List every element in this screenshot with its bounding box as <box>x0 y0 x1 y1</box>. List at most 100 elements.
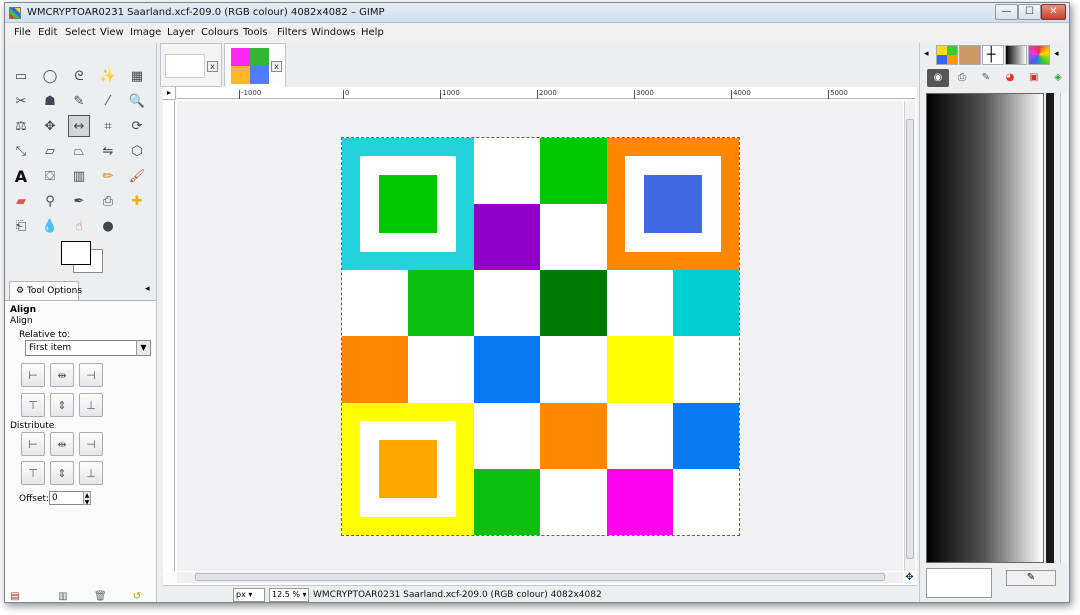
tab-menu-icon[interactable]: ◂ <box>145 284 150 294</box>
menu-tools[interactable]: Tools <box>243 27 268 38</box>
menu-edit[interactable]: Edit <box>38 27 57 38</box>
palette-icon[interactable]: ▣ <box>1023 69 1045 87</box>
align-top-edge-button[interactable]: ⊤ <box>21 393 45 417</box>
relative-to-dropdown[interactable]: First item ▼ <box>25 340 151 356</box>
color-wheel-icon[interactable]: ◕ <box>999 69 1021 87</box>
align-tool-icon[interactable]: ↔ <box>68 115 90 137</box>
perspective-tool-icon[interactable]: ⏢ <box>68 140 90 162</box>
tab-gradients[interactable] <box>1005 45 1027 65</box>
align-middle-vertical-button[interactable]: ⇕ <box>50 393 74 417</box>
zoom-tool-icon[interactable]: 🔍 <box>126 90 148 112</box>
horizontal-scrollbar[interactable] <box>177 572 903 583</box>
delete-options-icon[interactable]: 🗑 <box>94 591 107 602</box>
menu-layer[interactable]: Layer <box>167 27 195 38</box>
eraser-tool-icon[interactable]: ▰ <box>10 190 32 212</box>
color-picker-tool-icon[interactable]: ⁄ <box>97 90 119 112</box>
scale-tool-icon[interactable]: ⤡ <box>10 140 32 162</box>
dock-edit-button[interactable]: ✎ <box>1006 570 1056 586</box>
heal-tool-icon[interactable]: ✚ <box>126 190 148 212</box>
bucket-fill-tool-icon[interactable]: ⛋ <box>39 165 61 187</box>
free-select-tool-icon[interactable]: ᘓ <box>68 65 90 87</box>
menu-select[interactable]: Select <box>65 27 96 38</box>
tool-options-tab[interactable]: ⚙ Tool Options <box>9 281 82 300</box>
image-tab-blank[interactable]: x <box>160 43 222 87</box>
airbrush-tool-icon[interactable]: ⚲ <box>39 190 61 212</box>
smudge-tool-icon[interactable]: ☝ <box>68 215 90 237</box>
offset-spinner[interactable]: ▲ ▼ <box>83 491 91 506</box>
pencil-tool-icon[interactable]: ✏ <box>97 165 119 187</box>
paintbrush-tool-icon[interactable]: 🖌 <box>126 165 148 187</box>
image-viewport[interactable] <box>177 101 903 571</box>
menu-colours[interactable]: Colours <box>201 27 239 38</box>
color-select-tool-icon[interactable]: ▦ <box>126 65 148 87</box>
ink-tool-icon[interactable]: ✒ <box>68 190 90 212</box>
crop-tool-icon[interactable]: ⌗ <box>97 115 119 137</box>
dodge-burn-tool-icon[interactable]: ● <box>97 215 119 237</box>
save-options-icon[interactable]: ▤ <box>9 591 21 602</box>
foreground-color-swatch[interactable] <box>61 241 91 265</box>
offset-input[interactable]: 0 <box>49 491 85 505</box>
shear-tool-icon[interactable]: ▱ <box>39 140 61 162</box>
maximize-button[interactable]: ☐ <box>1018 4 1041 20</box>
perspective-clone-tool-icon[interactable]: ⎗ <box>10 215 32 237</box>
dock-left-arrow-icon[interactable]: ◂ <box>924 49 929 59</box>
blend-tool-icon[interactable]: ▥ <box>68 165 90 187</box>
cage-transform-tool-icon[interactable]: ⬡ <box>126 140 148 162</box>
tab-palettes[interactable] <box>1028 45 1050 65</box>
close-button[interactable]: ✕ <box>1041 4 1066 20</box>
align-right-edge-button[interactable]: ⊣ <box>79 363 103 387</box>
measure-tool-icon[interactable]: ⚖ <box>10 115 32 137</box>
tab-patterns[interactable] <box>936 45 958 65</box>
fonts-icon[interactable]: ◈ <box>1047 69 1069 87</box>
rotate-tool-icon[interactable]: ⟳ <box>126 115 148 137</box>
menu-image[interactable]: Image <box>130 27 161 38</box>
menu-windows[interactable]: Windows <box>311 27 356 38</box>
printer-icon[interactable]: ⎙ <box>951 69 973 87</box>
unit-dropdown[interactable]: px ▾ <box>233 588 265 602</box>
scrollbar-thumb[interactable] <box>906 119 914 559</box>
menu-view[interactable]: View <box>100 27 124 38</box>
text-tool-icon[interactable]: A <box>10 165 32 187</box>
brush-icon[interactable]: ✎ <box>975 69 997 87</box>
blur-tool-icon[interactable]: 💧 <box>39 215 61 237</box>
navigate-icon[interactable]: ✥ <box>904 572 915 583</box>
tab-brushes[interactable] <box>959 45 981 65</box>
menu-help[interactable]: Help <box>361 27 384 38</box>
clone-tool-icon[interactable]: ⎙ <box>97 190 119 212</box>
distribute-middle-button[interactable]: ⇕ <box>50 461 74 485</box>
rect-select-tool-icon[interactable]: ▭ <box>10 65 32 87</box>
distribute-bottom-button[interactable]: ⊥ <box>79 461 103 485</box>
scissors-select-tool-icon[interactable]: ✂ <box>10 90 32 112</box>
align-left-edge-button[interactable]: ⊢ <box>21 363 45 387</box>
close-icon[interactable]: x <box>271 61 282 72</box>
move-tool-icon[interactable]: ✥ <box>39 115 61 137</box>
image-tab-checker[interactable]: x <box>224 43 286 87</box>
distribute-top-button[interactable]: ⊤ <box>21 461 45 485</box>
ellipse-select-tool-icon[interactable]: ◯ <box>39 65 61 87</box>
checker-cell <box>540 336 607 403</box>
menu-file[interactable]: File <box>14 27 31 38</box>
paths-tool-icon[interactable]: ✎ <box>68 90 90 112</box>
distribute-right-button[interactable]: ⊣ <box>79 432 103 456</box>
tab-pointer[interactable]: ┼ <box>982 45 1004 65</box>
fuzzy-select-tool-icon[interactable]: ✨ <box>97 65 119 87</box>
scrollbar-thumb[interactable] <box>195 573 885 581</box>
reset-options-icon[interactable]: ↺ <box>131 591 143 602</box>
distribute-left-button[interactable]: ⊢ <box>21 432 45 456</box>
dock-scrollbar[interactable] <box>1046 93 1054 563</box>
minimize-button[interactable]: — <box>995 4 1018 20</box>
distribute-center-horizontal-button[interactable]: ⇹ <box>50 432 74 456</box>
flip-tool-icon[interactable]: ⇋ <box>97 140 119 162</box>
quick-mask-icon[interactable]: ▸ <box>163 87 176 100</box>
zoom-dropdown[interactable]: 12.5 % ▾ <box>269 588 309 602</box>
align-bottom-edge-button[interactable]: ⊥ <box>79 393 103 417</box>
align-center-horizontal-button[interactable]: ⇹ <box>50 363 74 387</box>
gimp-icon[interactable]: ◉ <box>927 69 949 87</box>
menu-filters[interactable]: Filters <box>277 27 307 38</box>
foreground-select-tool-icon[interactable]: ☗ <box>39 90 61 112</box>
close-icon[interactable]: x <box>207 61 218 72</box>
fg-bg-color-selector[interactable] <box>61 241 105 275</box>
vertical-scrollbar[interactable] <box>904 101 915 571</box>
restore-options-icon[interactable]: ▥ <box>57 591 69 602</box>
dock-menu-icon[interactable]: ◂ <box>1054 49 1059 59</box>
